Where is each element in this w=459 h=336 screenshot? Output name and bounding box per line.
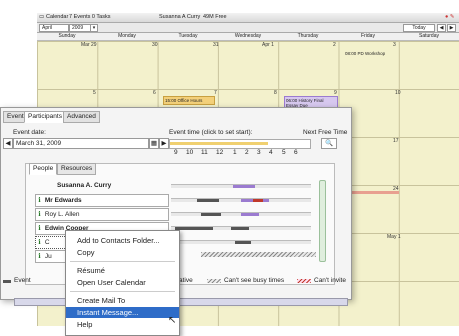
availability-bar — [171, 226, 311, 230]
menu-item-open-user-calendar[interactable]: Open User Calendar — [66, 277, 179, 288]
date-cell[interactable]: 6 — [153, 90, 156, 96]
info-icon[interactable]: i — [36, 237, 43, 248]
legend-cant-invite-label: Can't invite — [314, 277, 346, 284]
month-select[interactable]: April — [39, 24, 69, 32]
year-stepper[interactable]: ▾ — [90, 24, 98, 32]
date-cell[interactable]: 30 — [152, 42, 158, 48]
legend-tentative-label: ative — [179, 277, 193, 284]
tab-people[interactable]: People — [29, 163, 58, 175]
event-date-field[interactable]: March 31, 2009 — [13, 138, 149, 149]
menu-item-instant-message[interactable]: Instant Message... — [66, 307, 179, 318]
participant-context-menu: Add to Contacts Folder... Copy Résumé Op… — [65, 230, 180, 336]
weekday-label: Thursday — [297, 33, 319, 39]
participants-scrollbar[interactable] — [319, 180, 326, 262]
find-free-time-icon[interactable]: 🔍 — [321, 138, 337, 149]
legend-cant-see-swatch — [207, 279, 221, 283]
participant-organizer: Susanna A. Curry — [57, 182, 112, 189]
time-selection — [170, 142, 268, 145]
menu-item-resume[interactable]: Résumé — [66, 265, 179, 276]
hour-label: 2 — [245, 149, 249, 156]
availability-bar — [171, 212, 311, 216]
date-cell[interactable]: Mar 29 — [81, 42, 97, 48]
hour-label: 3 — [257, 149, 261, 156]
calendar-navbar: April 2009 ▾ Today ◀ ▶ — [37, 23, 459, 33]
menu-item-create-mail[interactable]: Create Mail To — [66, 295, 179, 306]
date-cell[interactable]: 8 — [274, 90, 277, 96]
tab-resources[interactable]: Resources — [57, 163, 97, 175]
calendar-titlebar: ▭ Calendar 7 Events 0 Tasks Susanna A Cu… — [37, 13, 459, 23]
info-icon[interactable]: i — [36, 195, 43, 206]
next-free-time-label: Next Free Time — [303, 129, 348, 136]
calendar-event[interactable]: 15:00 Office Hours — [163, 96, 215, 105]
hour-label: 9 — [174, 149, 178, 156]
hour-label: 6 — [294, 149, 298, 156]
tab-advanced[interactable]: Advanced — [63, 111, 100, 123]
date-cell[interactable]: 2 — [333, 42, 336, 48]
legend-cant-invite-swatch — [297, 279, 311, 283]
info-icon[interactable]: i — [36, 209, 43, 220]
availability-bar-unavailable — [201, 252, 316, 257]
calendar-free-space: 49M Free — [203, 14, 227, 20]
date-cell[interactable]: 3 — [393, 42, 396, 48]
weekday-label: Tuesday — [178, 33, 198, 39]
calendar-user: Susanna A Curry — [159, 14, 201, 20]
legend-event-label: Event — [14, 277, 31, 284]
participant-row[interactable]: i Roy L. Allen — [35, 208, 169, 221]
weekday-label: Friday — [361, 33, 375, 39]
prev-arrow-icon[interactable]: ◀ — [437, 24, 446, 32]
date-next-icon[interactable]: ▶ — [159, 138, 169, 149]
availability-bar — [171, 198, 311, 202]
date-cell[interactable]: 17 — [393, 138, 399, 144]
info-icon[interactable]: i — [36, 223, 43, 234]
hour-label: 10 — [186, 149, 194, 156]
menu-item-help[interactable]: Help — [66, 319, 179, 330]
event-time-label: Event time (click to set start): — [169, 129, 253, 136]
participant-row[interactable]: i Mr Edwards — [35, 194, 169, 207]
weekday-label: Wednesday — [234, 33, 262, 39]
event-date-label: Event date: — [13, 129, 46, 136]
calendar-event-bar[interactable] — [351, 191, 399, 194]
weekday-label: Sunday — [58, 33, 76, 39]
menu-item-copy[interactable]: Copy — [66, 247, 179, 258]
legend-cant-see-label: Can't see busy times — [224, 277, 285, 284]
status-icon[interactable]: ● ✎ — [445, 14, 454, 20]
date-cell[interactable]: 10 — [395, 90, 401, 96]
year-select[interactable]: 2009 — [69, 24, 91, 32]
menu-item-add-to-contacts[interactable]: Add to Contacts Folder... — [66, 235, 179, 246]
menu-separator — [70, 261, 175, 262]
calendar-picker-icon[interactable]: ▦ — [149, 138, 159, 149]
calendar-app-icon: ▭ — [39, 14, 45, 20]
hour-label: 1 — [233, 149, 237, 156]
hour-label: 4 — [269, 149, 273, 156]
legend-event-swatch — [3, 280, 11, 283]
menu-separator — [70, 291, 175, 292]
today-button[interactable]: Today — [403, 24, 435, 32]
calendar-counts: 7 Events 0 Tasks — [69, 14, 111, 20]
calendar-event[interactable]: 08:00 PD Workshop — [344, 50, 396, 57]
calendar-title: Calendar — [46, 14, 69, 20]
tab-participants[interactable]: Participants — [24, 111, 66, 123]
date-cell[interactable]: Apr 1 — [262, 42, 274, 48]
info-icon[interactable]: i — [36, 251, 43, 262]
time-selector[interactable] — [169, 139, 311, 149]
weekday-label: Saturday — [418, 33, 439, 39]
mouse-cursor-icon: ↖ — [168, 315, 177, 326]
hour-label: 11 — [201, 149, 208, 156]
date-cell[interactable]: May 1 — [387, 234, 401, 240]
hour-label: 5 — [282, 149, 286, 156]
next-arrow-icon[interactable]: ▶ — [447, 24, 456, 32]
weekday-label: Monday — [118, 33, 136, 39]
hour-label: 12 — [216, 149, 224, 156]
date-cell[interactable]: 31 — [213, 42, 219, 48]
weekday-header: Sunday Monday Tuesday Wednesday Thursday… — [37, 33, 459, 41]
availability-bar — [171, 184, 311, 188]
date-cell[interactable]: 5 — [93, 90, 96, 96]
date-prev-icon[interactable]: ◀ — [3, 138, 13, 149]
availability-bar — [171, 240, 311, 244]
